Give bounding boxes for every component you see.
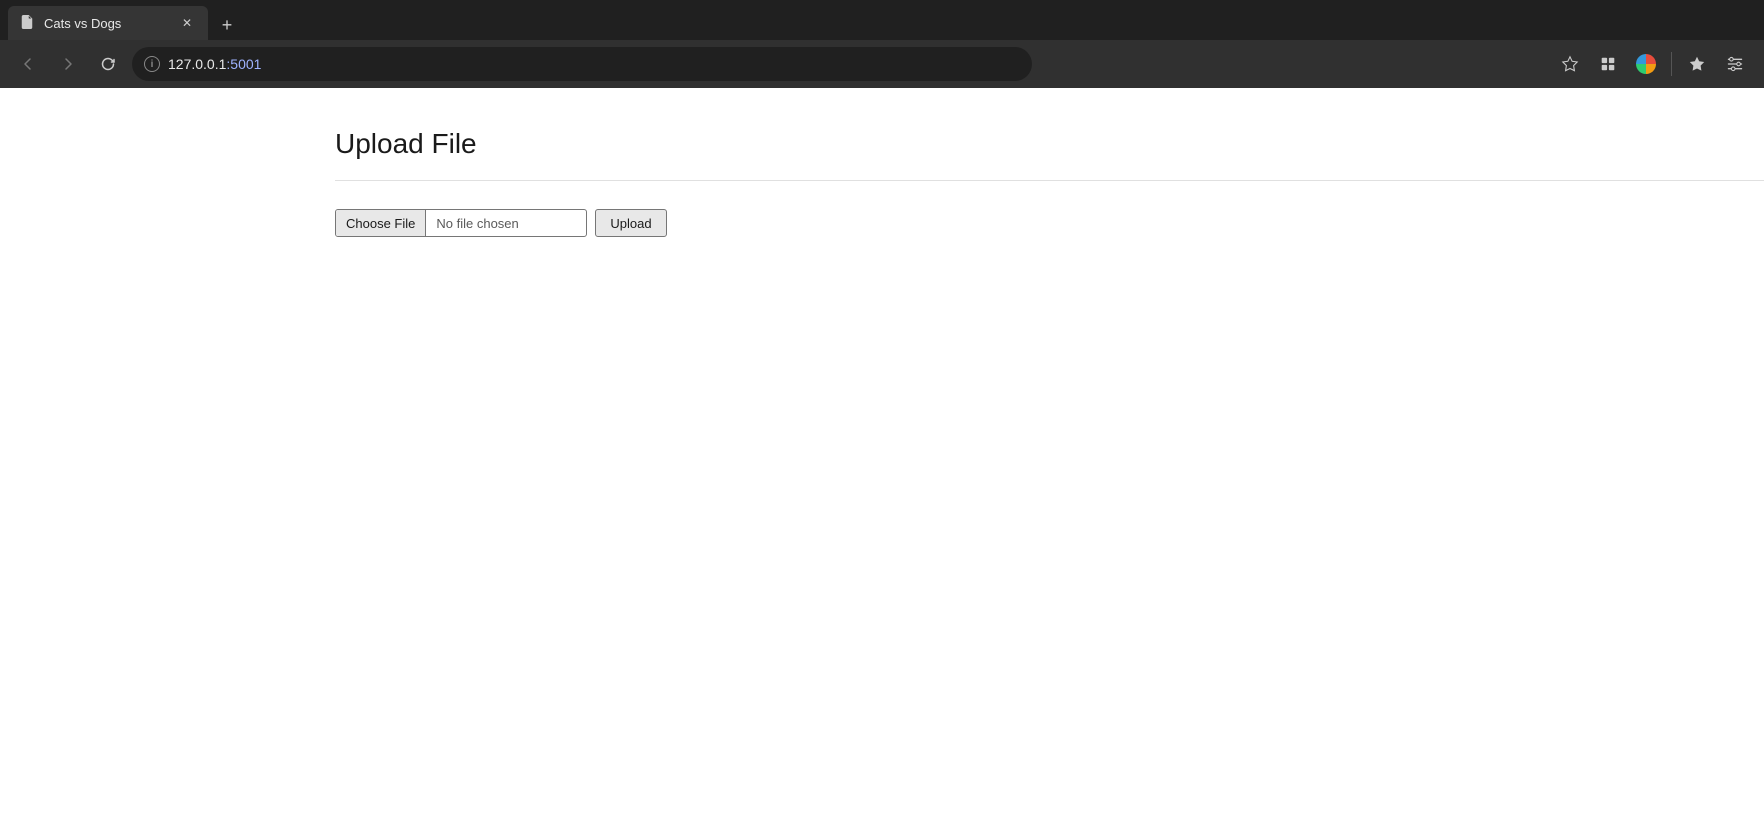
back-button[interactable] bbox=[12, 48, 44, 80]
ms-account-button[interactable] bbox=[1629, 47, 1663, 81]
file-input-wrapper: Choose File No file chosen bbox=[335, 209, 587, 237]
choose-file-button[interactable]: Choose File bbox=[336, 210, 426, 236]
toolbar-divider bbox=[1671, 52, 1672, 76]
title-bar: Cats vs Dogs ✕ + bbox=[0, 0, 1764, 40]
file-name-display: No file chosen bbox=[426, 216, 586, 231]
address-text: 127.0.0.1:5001 bbox=[168, 56, 1020, 72]
address-bar[interactable]: i 127.0.0.1:5001 bbox=[132, 47, 1032, 81]
tab-document-icon bbox=[20, 15, 36, 31]
favorites-collections-button[interactable] bbox=[1680, 47, 1714, 81]
upload-button[interactable]: Upload bbox=[595, 209, 666, 237]
tab-close-button[interactable]: ✕ bbox=[178, 14, 196, 32]
tab-area: Cats vs Dogs ✕ + bbox=[8, 0, 1756, 40]
ms-office-button[interactable] bbox=[1591, 47, 1625, 81]
forward-button[interactable] bbox=[52, 48, 84, 80]
browser-window: Cats vs Dogs ✕ + i 127.0.0.1: bbox=[0, 0, 1764, 822]
new-tab-button[interactable]: + bbox=[212, 10, 242, 40]
navigation-bar: i 127.0.0.1:5001 bbox=[0, 40, 1764, 88]
tab-title: Cats vs Dogs bbox=[44, 16, 170, 31]
refresh-button[interactable] bbox=[92, 48, 124, 80]
browser-settings-button[interactable] bbox=[1718, 47, 1752, 81]
page-content: Upload File Choose File No file chosen U… bbox=[0, 88, 1764, 822]
site-info-icon[interactable]: i bbox=[144, 56, 160, 72]
browser-tab-active[interactable]: Cats vs Dogs ✕ bbox=[8, 6, 208, 40]
page-title: Upload File bbox=[335, 128, 1764, 160]
ms-account-icon bbox=[1636, 54, 1656, 74]
page-divider bbox=[335, 180, 1764, 181]
nav-right-actions bbox=[1553, 47, 1752, 81]
favorites-button[interactable] bbox=[1553, 47, 1587, 81]
upload-form: Choose File No file chosen Upload bbox=[335, 209, 1764, 237]
